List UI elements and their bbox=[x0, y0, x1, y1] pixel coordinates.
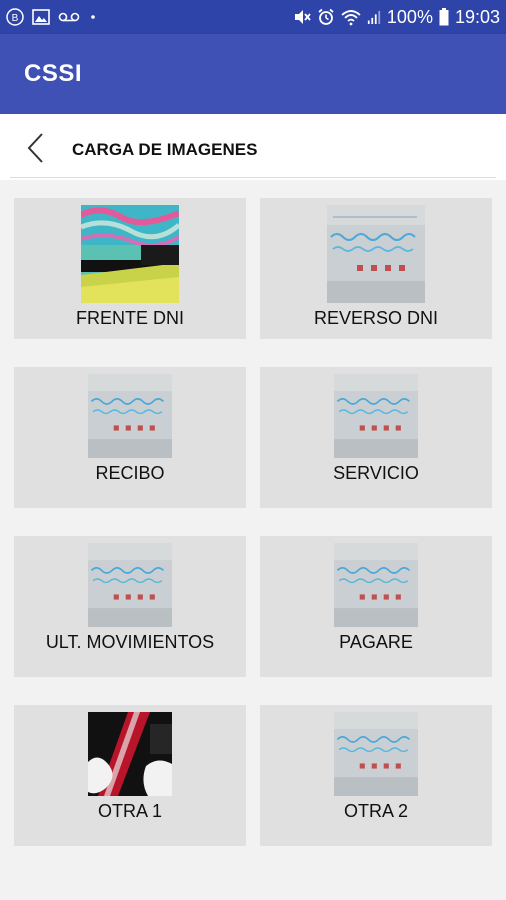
page-title: CARGA DE IMAGENES bbox=[72, 140, 258, 159]
document-thumbnail bbox=[327, 205, 425, 303]
tile-label: REVERSO DNI bbox=[313, 308, 439, 328]
document-thumbnail bbox=[334, 543, 418, 627]
wifi-icon bbox=[341, 10, 361, 26]
signal-icon bbox=[367, 10, 381, 24]
document-thumbnail bbox=[334, 374, 418, 458]
battery-percent: 100% bbox=[386, 7, 433, 27]
document-thumbnail bbox=[88, 543, 172, 627]
tile-otra-2[interactable]: OTRA 2 bbox=[260, 705, 492, 846]
tile-reverso-dni[interactable]: REVERSO DNI bbox=[260, 198, 492, 339]
tile-frente-dni[interactable]: FRENTE DNI bbox=[14, 198, 246, 339]
alarm-icon bbox=[318, 8, 334, 25]
tile-pagare[interactable]: PAGARE bbox=[260, 536, 492, 677]
tile-otra-1[interactable]: OTRA 1 bbox=[14, 705, 246, 846]
tile-servicio[interactable]: SERVICIO bbox=[260, 367, 492, 508]
more-dot-icon bbox=[91, 15, 95, 19]
back-button[interactable] bbox=[20, 130, 52, 166]
app-bar: CSSI bbox=[0, 34, 506, 114]
clock: 19:03 bbox=[454, 7, 500, 27]
tile-label: SERVICIO bbox=[333, 463, 419, 483]
chevron-left-icon bbox=[27, 133, 43, 163]
tile-label: ULT. MOVIMIENTOS bbox=[45, 632, 215, 652]
svg-text:B: B bbox=[12, 13, 19, 24]
bluetooth-notification-icon: B bbox=[6, 8, 24, 26]
image-notification-icon bbox=[32, 9, 50, 25]
app-title: CSSI bbox=[24, 60, 83, 87]
dark-photo-thumbnail bbox=[88, 712, 172, 796]
document-thumbnail bbox=[334, 712, 418, 796]
header-divider bbox=[10, 177, 496, 178]
tile-ult-movimientos[interactable]: ULT. MOVIMIENTOS bbox=[14, 536, 246, 677]
tile-label: OTRA 2 bbox=[343, 801, 409, 821]
tile-recibo[interactable]: RECIBO bbox=[14, 367, 246, 508]
tile-label: FRENTE DNI bbox=[76, 308, 184, 328]
status-bar-right: 100% 19:03 bbox=[293, 6, 500, 28]
mute-icon bbox=[294, 10, 311, 24]
battery-icon bbox=[439, 8, 449, 26]
tile-label: OTRA 1 bbox=[97, 801, 163, 821]
document-thumbnail bbox=[88, 374, 172, 458]
dni-front-thumbnail bbox=[81, 205, 179, 303]
tile-label: PAGARE bbox=[339, 632, 413, 652]
status-bar-left: B bbox=[6, 8, 98, 26]
status-bar: B 100% 19:03 bbox=[0, 0, 506, 34]
voicemail-icon bbox=[58, 12, 80, 22]
tile-label: RECIBO bbox=[95, 463, 165, 483]
page-header: CARGA DE IMAGENES bbox=[0, 114, 506, 180]
